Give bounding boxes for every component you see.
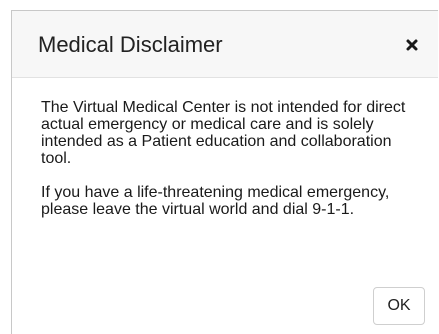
medical-disclaimer-dialog: Medical Disclaimer The Virtual Medical C…	[11, 10, 438, 334]
emergency-paragraph: If you have a life-threatening medical e…	[41, 184, 390, 218]
disclaimer-paragraph: The Virtual Medical Center is not intend…	[41, 99, 406, 167]
dialog-title: Medical Disclaimer	[38, 32, 223, 57]
dialog-header: Medical Disclaimer	[12, 11, 438, 78]
ok-button[interactable]: OK	[373, 287, 425, 325]
dialog-body: The Virtual Medical Center is not intend…	[41, 99, 426, 235]
close-icon	[406, 39, 418, 51]
close-button[interactable]	[400, 33, 424, 57]
